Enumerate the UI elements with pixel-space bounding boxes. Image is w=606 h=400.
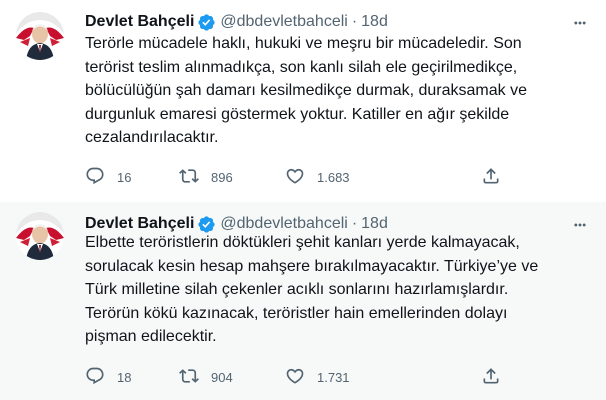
retweet-count: 896 <box>211 169 233 185</box>
reply-button[interactable]: 18 <box>85 365 131 389</box>
reply-button[interactable]: 16 <box>85 165 131 189</box>
user-handle[interactable]: @dbdevletbahceli <box>220 12 347 32</box>
tweet-actions: 16 896 1.683 <box>85 165 525 189</box>
heart-icon <box>285 166 305 189</box>
like-count: 1.731 <box>317 369 350 385</box>
reply-count: 18 <box>117 369 132 385</box>
avatar[interactable] <box>16 212 64 260</box>
share-icon <box>481 366 501 389</box>
reply-icon <box>85 366 105 389</box>
share-icon <box>481 166 501 189</box>
verified-badge-icon <box>197 13 216 32</box>
retweet-count: 904 <box>211 369 233 385</box>
tweet-actions: 18 904 1.731 <box>85 365 525 389</box>
like-button[interactable]: 1.731 <box>285 365 350 389</box>
separator-dot: · <box>351 13 358 30</box>
tweet-header: Devlet Bahçeli @dbdevletbahceli · 18d <box>85 10 388 34</box>
timeline-feed: Devlet Bahçeli @dbdevletbahceli · 18d Te… <box>0 0 606 400</box>
tweet-1[interactable]: Devlet Bahçeli @dbdevletbahceli · 18d Te… <box>0 0 606 202</box>
display-name[interactable]: Devlet Bahçeli <box>85 12 194 32</box>
heart-icon <box>285 366 305 389</box>
tweet-2[interactable]: Devlet Bahçeli @dbdevletbahceli · 18d El… <box>0 202 606 400</box>
tweet-text: Terörle mücadele haklı, hukuki ve meşru … <box>85 35 527 147</box>
avatar[interactable] <box>16 12 64 60</box>
timestamp[interactable]: 18d <box>361 12 388 32</box>
like-count: 1.683 <box>317 169 350 185</box>
more-options-icon[interactable] <box>570 13 590 33</box>
retweet-button[interactable]: 896 <box>179 165 233 189</box>
reply-count: 16 <box>117 169 132 185</box>
retweet-icon <box>179 166 199 189</box>
share-button[interactable] <box>481 165 501 189</box>
like-button[interactable]: 1.683 <box>285 165 350 189</box>
avatar-image <box>16 12 64 60</box>
avatar-image <box>16 212 64 260</box>
share-button[interactable] <box>481 365 501 389</box>
retweet-button[interactable]: 904 <box>179 365 233 389</box>
reply-icon <box>85 166 105 189</box>
tweet-text: Elbette teröristlerin döktükleri şehit k… <box>85 234 539 346</box>
retweet-icon <box>179 366 199 389</box>
